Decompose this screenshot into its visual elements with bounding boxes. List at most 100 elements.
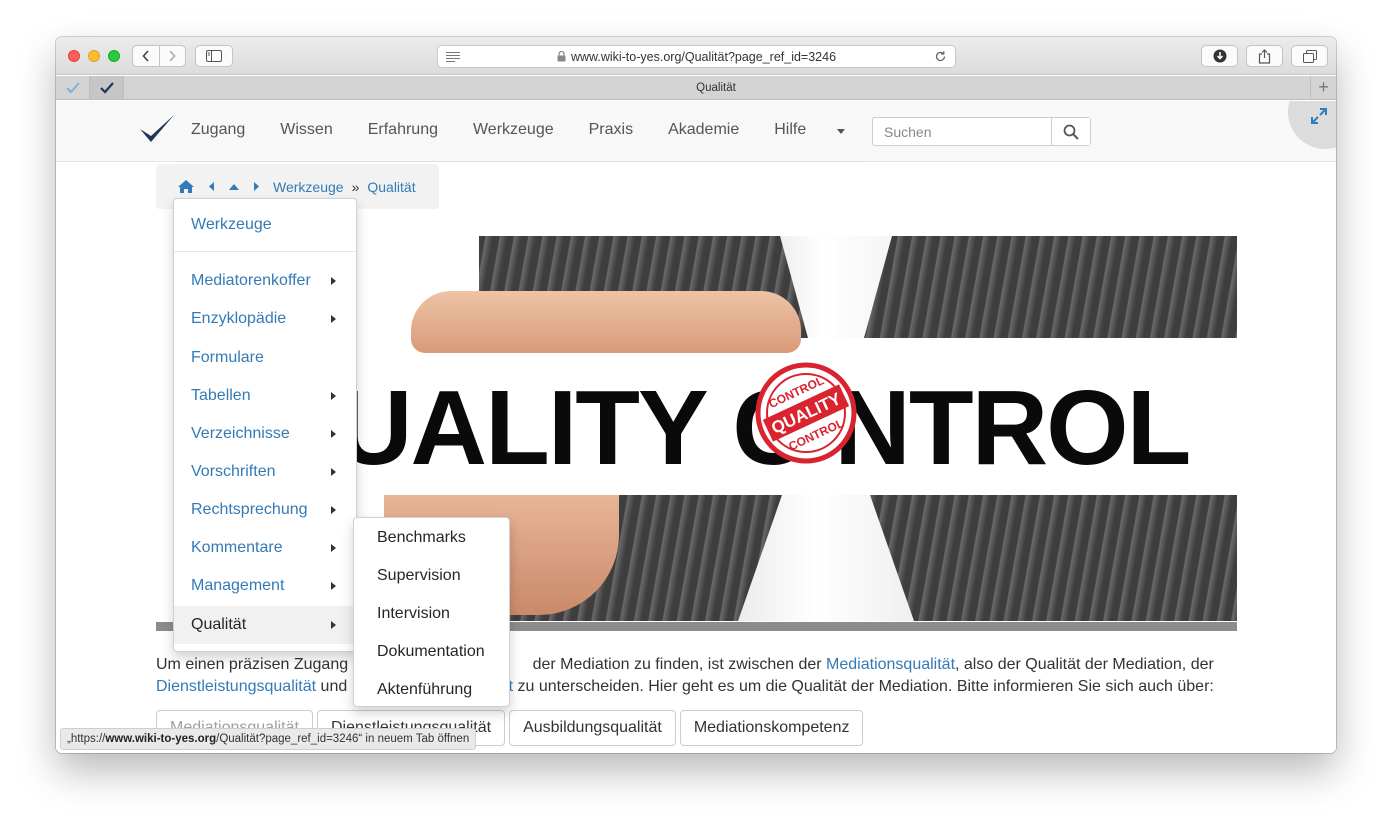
dropdown-item-label: Vorschriften	[191, 463, 276, 480]
intro-text-4: und	[316, 678, 352, 695]
dropdown-item-label: Mediatorenkoffer	[191, 272, 311, 289]
status-domain: www.wiki-to-yes.org	[105, 733, 217, 745]
next-page-icon[interactable]	[253, 182, 259, 191]
dropdown-item-label: Rechtsprechung	[191, 501, 308, 518]
menu-item-wissen[interactable]: Wissen	[280, 121, 332, 139]
dropdown-item-label: Formulare	[191, 349, 264, 366]
reader-view-icon	[446, 52, 460, 62]
caret-right-icon	[331, 468, 336, 476]
checkmark-icon	[65, 81, 80, 93]
chevron-right-icon	[169, 50, 176, 62]
web-page: Zugang Wissen Erfahrung Werkzeuge Praxis…	[56, 101, 1336, 753]
caret-right-icon	[331, 392, 336, 400]
dropdown-item-vorschriften[interactable]: Vorschriften	[174, 453, 356, 491]
url-path: /Qualität?page_ref_id=3246	[681, 49, 837, 64]
new-tab-button[interactable]: +	[1310, 76, 1336, 99]
menu-item-akademie[interactable]: Akademie	[668, 121, 739, 139]
status-prefix: „https://	[67, 733, 106, 745]
intro-paragraph: Um einen präzisen Zugang z der Mediation …	[156, 654, 1241, 698]
pinned-tab-2[interactable]	[90, 76, 124, 99]
dropdown-item-mediatorenkoffer[interactable]: Mediatorenkoffer	[174, 262, 356, 300]
home-icon[interactable]	[177, 179, 195, 194]
caret-down-icon[interactable]	[837, 129, 845, 134]
back-button[interactable]	[133, 46, 159, 66]
tabs-icon	[1302, 49, 1317, 63]
lock-icon	[557, 51, 566, 62]
intro-text-1: Um einen präzisen Zugang z	[156, 656, 361, 673]
dropdown-item-label: Qualität	[191, 616, 247, 633]
url-domain: www.wiki-to-yes.org	[570, 49, 682, 64]
close-window-button[interactable]	[68, 50, 80, 62]
dropdown-item-label: Verzeichnisse	[191, 425, 290, 442]
menu-item-zugang[interactable]: Zugang	[191, 121, 245, 139]
plus-icon: +	[1318, 77, 1329, 97]
dropdown-item-rechtsprechung[interactable]: Rechtsprechung	[174, 491, 356, 529]
browser-window: www.wiki-to-yes.org/Qualität?page_ref_id…	[56, 37, 1336, 753]
downloads-button[interactable]	[1201, 45, 1238, 67]
sidebar-toggle-button[interactable]	[195, 45, 233, 67]
search-input[interactable]	[873, 118, 1051, 145]
werkzeuge-dropdown: Werkzeuge Mediatorenkoffer Enzyklopädie …	[173, 198, 357, 652]
dropdown-item-management[interactable]: Management	[174, 567, 356, 605]
tab-active[interactable]: Qualität	[124, 76, 1308, 99]
dropdown-item-formulare[interactable]: Formulare	[174, 339, 356, 377]
quality-control-stamp-icon: QUALITY CONTROL CONTROL	[755, 362, 857, 464]
caret-right-icon	[331, 621, 336, 629]
dropdown-item-label: Kommentare	[191, 539, 283, 556]
sidebar-icon	[206, 50, 222, 62]
caret-right-icon	[331, 544, 336, 552]
link-status-bar: „https://www.wiki-to-yes.org/Qualität?pa…	[60, 728, 477, 750]
menu-item-hilfe[interactable]: Hilfe	[774, 121, 806, 139]
caret-right-icon	[331, 582, 336, 590]
menu-item-erfahrung[interactable]: Erfahrung	[368, 121, 438, 139]
qualitaet-submenu: Benchmarks Supervision Intervision Dokum…	[353, 517, 510, 707]
hand-image-top	[411, 291, 801, 353]
forward-button[interactable]	[160, 46, 186, 66]
submenu-item-aktenfuehrung[interactable]: Aktenführung	[354, 671, 509, 709]
reload-icon	[935, 51, 946, 62]
submenu-item-benchmarks[interactable]: Benchmarks	[354, 519, 509, 557]
dropdown-item-kommentare[interactable]: Kommentare	[174, 529, 356, 567]
breadcrumb-separator: »	[351, 178, 360, 195]
site-header: Zugang Wissen Erfahrung Werkzeuge Praxis…	[56, 101, 1336, 162]
submenu-item-dokumentation[interactable]: Dokumentation	[354, 633, 509, 671]
prev-page-icon[interactable]	[209, 182, 215, 191]
dropdown-item-tabellen[interactable]: Tabellen	[174, 377, 356, 415]
share-button[interactable]	[1246, 45, 1283, 67]
status-rest: /Qualität?page_ref_id=3246“ in neuem Tab…	[216, 733, 470, 745]
site-logo-checkmark-icon[interactable]	[138, 112, 176, 146]
browser-toolbar: www.wiki-to-yes.org/Qualität?page_ref_id…	[56, 37, 1336, 75]
fullscreen-toggle[interactable]	[1288, 101, 1336, 149]
dropdown-item-enzyklopaedie[interactable]: Enzyklopädie	[174, 300, 356, 338]
tab-bar: Qualität +	[56, 76, 1336, 100]
menu-item-praxis[interactable]: Praxis	[589, 121, 633, 139]
search-button[interactable]	[1051, 118, 1090, 145]
download-icon	[1213, 49, 1226, 63]
address-bar[interactable]: www.wiki-to-yes.org/Qualität?page_ref_id…	[437, 45, 956, 68]
breadcrumb-current[interactable]: Qualität	[367, 179, 415, 195]
up-level-icon[interactable]	[229, 183, 239, 190]
mediationskompetenz-button[interactable]: Mediationskompetenz	[679, 710, 864, 746]
expand-icon	[1311, 108, 1327, 124]
zoom-window-button[interactable]	[108, 50, 120, 62]
pinned-tab-1[interactable]	[56, 76, 90, 99]
link-dienstleistungsqualitaet[interactable]: Dienstleistungsqualität	[156, 678, 316, 695]
caret-right-icon	[331, 277, 336, 285]
submenu-item-supervision[interactable]: Supervision	[354, 557, 509, 595]
intro-text-2: der Mediation zu finden, ist zwischen de…	[532, 656, 827, 673]
dropdown-item-verzeichnisse[interactable]: Verzeichnisse	[174, 415, 356, 453]
dropdown-item-label: Tabellen	[191, 387, 251, 404]
share-icon	[1258, 48, 1271, 64]
ausbildungsqualitaet-button[interactable]: Ausbildungsqualität	[509, 710, 676, 746]
link-mediationsqualitaet[interactable]: Mediationsqualität	[826, 656, 955, 673]
dropdown-item-qualitaet[interactable]: Qualität	[174, 606, 356, 644]
back-forward-group	[132, 45, 186, 67]
checkmark-icon	[99, 81, 114, 94]
tabs-overview-button[interactable]	[1291, 45, 1328, 67]
breadcrumb-parent[interactable]: Werkzeuge	[273, 179, 344, 195]
minimize-window-button[interactable]	[88, 50, 100, 62]
submenu-item-intervision[interactable]: Intervision	[354, 595, 509, 633]
dropdown-header-link[interactable]: Werkzeuge	[174, 199, 356, 252]
caret-right-icon	[331, 430, 336, 438]
menu-item-werkzeuge[interactable]: Werkzeuge	[473, 121, 554, 139]
